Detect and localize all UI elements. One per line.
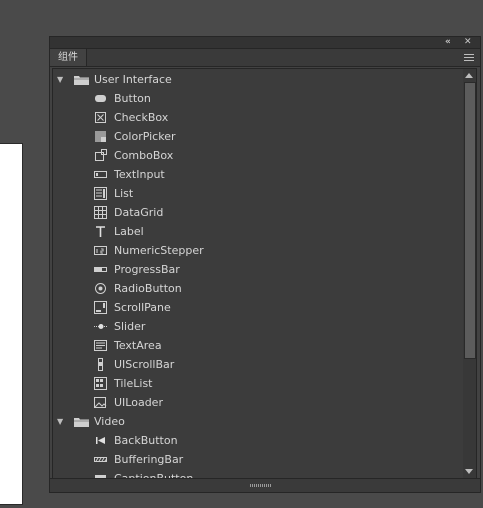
component-tree: ▼ User Interface Button CheckBox ColorPicker…	[52, 68, 465, 479]
expand-arrow-icon[interactable]: ▼	[57, 412, 63, 431]
backbutton-component-icon	[94, 434, 107, 447]
resize-grip[interactable]	[50, 478, 480, 492]
tree-item-label: TextInput	[114, 168, 165, 181]
folder-icon	[74, 417, 89, 427]
panel-titlebar[interactable]: « ✕	[50, 37, 480, 49]
collapse-icon[interactable]: «	[445, 37, 451, 48]
button-component-icon	[94, 92, 107, 105]
tree-item-checkbox[interactable]: CheckBox	[53, 108, 464, 127]
tree-item-label: Button	[114, 92, 151, 105]
tree-item-numericstepper[interactable]: NumericStepper	[53, 241, 464, 260]
bufferingbar-component-icon	[94, 453, 107, 466]
tree-item-textinput[interactable]: TextInput	[53, 165, 464, 184]
tree-item-tilelist[interactable]: TileList	[53, 374, 464, 393]
tree-item-button[interactable]: Button	[53, 89, 464, 108]
scrollpane-component-icon	[94, 301, 107, 314]
tree-item-radiobutton[interactable]: RadioButton	[53, 279, 464, 298]
tree-item-label: TextArea	[114, 339, 162, 352]
tree-item-progressbar[interactable]: ProgressBar	[53, 260, 464, 279]
tree-item-label: NumericStepper	[114, 244, 204, 257]
tree-scrollbar[interactable]	[463, 68, 477, 479]
tree-item-uiscrollbar[interactable]: UIScrollBar	[53, 355, 464, 374]
tree-item-label: ScrollPane	[114, 301, 171, 314]
tree-item-uiloader[interactable]: UILoader	[53, 393, 464, 412]
textarea-component-icon	[94, 339, 107, 352]
tree-item-combobox[interactable]: ComboBox	[53, 146, 464, 165]
radiobutton-component-icon	[94, 282, 107, 295]
uiscrollbar-component-icon	[94, 358, 107, 371]
tree-item-label: ColorPicker	[114, 130, 176, 143]
tree-folder-user-interface[interactable]: ▼ User Interface	[53, 70, 464, 89]
tree-item-scrollpane[interactable]: ScrollPane	[53, 298, 464, 317]
tree-item-label: CheckBox	[114, 111, 169, 124]
tab-components[interactable]: 组件	[50, 49, 87, 66]
label-component-icon	[94, 225, 107, 238]
combobox-component-icon	[94, 149, 107, 162]
expand-arrow-icon[interactable]: ▼	[57, 70, 63, 89]
tree-item-label: List	[114, 187, 134, 200]
tree-item-label: UIScrollBar	[114, 358, 175, 371]
checkbox-component-icon	[94, 111, 107, 124]
tree-item-textarea[interactable]: TextArea	[53, 336, 464, 355]
tilelist-component-icon	[94, 377, 107, 390]
scroll-down-arrow-icon[interactable]	[465, 469, 473, 474]
tree-folder-label: User Interface	[94, 73, 172, 86]
slider-component-icon	[94, 320, 107, 333]
tree-item-label: BackButton	[114, 434, 178, 447]
grip-dots-icon	[250, 484, 272, 487]
tree-item-label: DataGrid	[114, 206, 164, 219]
stage-canvas-edge	[0, 143, 23, 505]
tree-item-datagrid[interactable]: DataGrid	[53, 203, 464, 222]
scroll-thumb[interactable]	[464, 82, 476, 359]
numericstepper-component-icon	[94, 244, 107, 257]
components-panel: « ✕ 组件 ▼ User Interface Button CheckBox Colo…	[49, 36, 481, 493]
panel-menu-icon[interactable]	[464, 54, 474, 62]
tree-item-label: Label	[114, 225, 144, 238]
tree-item-label: TileList	[114, 377, 153, 390]
progressbar-component-icon	[94, 263, 107, 276]
textinput-component-icon	[94, 168, 107, 181]
tree-folder-label: Video	[94, 415, 125, 428]
folder-icon	[74, 75, 89, 85]
tree-item-label: BufferingBar	[114, 453, 184, 466]
tree-item-list[interactable]: List	[53, 184, 464, 203]
tree-folder-video[interactable]: ▼ Video	[53, 412, 464, 431]
tree-item-colorpicker[interactable]: ColorPicker	[53, 127, 464, 146]
tree-item-bufferingbar[interactable]: BufferingBar	[53, 450, 464, 469]
uiloader-component-icon	[94, 396, 107, 409]
list-component-icon	[94, 187, 107, 200]
tree-item-label[interactable]: Label	[53, 222, 464, 241]
tree-item-backbutton[interactable]: BackButton	[53, 431, 464, 450]
panel-tabbar: 组件	[50, 49, 480, 67]
close-icon[interactable]: ✕	[464, 37, 472, 48]
tree-item-slider[interactable]: Slider	[53, 317, 464, 336]
tree-item-label: Slider	[114, 320, 146, 333]
tree-item-label: ComboBox	[114, 149, 174, 162]
datagrid-component-icon	[94, 206, 107, 219]
tree-item-label: RadioButton	[114, 282, 182, 295]
colorpicker-component-icon	[94, 130, 107, 143]
tree-item-label: UILoader	[114, 396, 163, 409]
tree-item-label: ProgressBar	[114, 263, 180, 276]
scroll-up-arrow-icon[interactable]	[465, 73, 473, 78]
